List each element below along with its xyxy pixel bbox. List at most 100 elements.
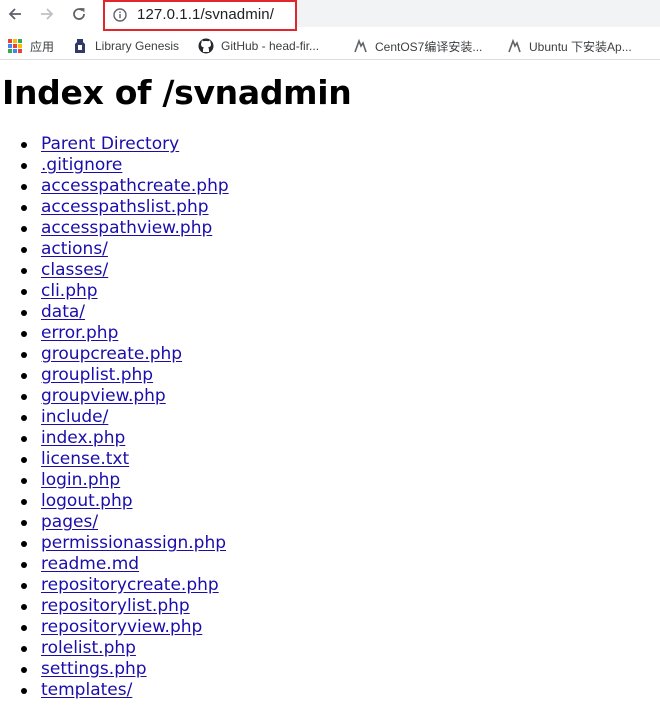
- bullet-marker: [21, 562, 27, 568]
- list-item: permissionassign.php: [2, 533, 658, 554]
- file-link[interactable]: repositorycreate.php: [41, 575, 219, 595]
- file-link[interactable]: grouplist.php: [41, 365, 153, 385]
- file-link[interactable]: accesspathcreate.php: [41, 176, 229, 196]
- list-item: settings.php: [2, 659, 658, 680]
- bullet-marker: [21, 688, 27, 694]
- bullet-marker: [21, 604, 27, 610]
- list-item: Parent Directory: [2, 134, 658, 155]
- bullet-marker: [21, 646, 27, 652]
- file-link[interactable]: license.txt: [41, 449, 129, 469]
- file-link[interactable]: repositoryview.php: [41, 617, 202, 637]
- file-link[interactable]: error.php: [41, 323, 118, 343]
- file-link[interactable]: logout.php: [41, 491, 133, 511]
- bullet-marker: [21, 583, 27, 589]
- file-link[interactable]: readme.md: [41, 554, 139, 574]
- file-link[interactable]: groupcreate.php: [41, 344, 182, 364]
- site-icon: [352, 38, 368, 54]
- bullet-marker: [21, 394, 27, 400]
- bullet-marker: [21, 415, 27, 421]
- forward-arrow-icon: [41, 8, 54, 20]
- file-link[interactable]: include/: [41, 407, 108, 427]
- site-icon: [506, 38, 522, 54]
- list-item: grouplist.php: [2, 365, 658, 386]
- address-bar[interactable]: 127.0.1.1/svnadmin/: [103, 0, 297, 31]
- bookmark-github[interactable]: GitHub - head-fir...: [198, 36, 319, 56]
- bullet-marker: [21, 331, 27, 337]
- file-link[interactable]: rolelist.php: [41, 638, 136, 658]
- bullet-marker: [21, 457, 27, 463]
- file-link[interactable]: accesspathview.php: [41, 218, 212, 238]
- file-link[interactable]: pages/: [41, 512, 98, 532]
- bullet-marker: [21, 226, 27, 232]
- bullet-marker: [21, 142, 27, 148]
- apps-grid-icon: [7, 38, 23, 54]
- bullet-marker: [21, 478, 27, 484]
- libgen-icon: [72, 38, 88, 54]
- bullet-marker: [21, 667, 27, 673]
- file-link[interactable]: data/: [41, 302, 85, 322]
- bullet-marker: [21, 163, 27, 169]
- list-item: accesspathslist.php: [2, 197, 658, 218]
- bookmark-label: 应用: [30, 39, 55, 54]
- list-item: logout.php: [2, 491, 658, 512]
- directory-listing: Parent Directory .gitignore accesspathcrea…: [2, 134, 658, 701]
- bookmark-library-genesis[interactable]: Library Genesis: [72, 36, 179, 56]
- page-content: Index of /svnadmin Parent Directory .giti…: [2, 60, 658, 701]
- file-link[interactable]: settings.php: [41, 659, 147, 679]
- file-link[interactable]: groupview.php: [41, 386, 166, 406]
- file-link[interactable]: templates/: [41, 680, 132, 700]
- list-item: include/: [2, 407, 658, 428]
- file-link[interactable]: index.php: [41, 428, 125, 448]
- file-link[interactable]: accesspathslist.php: [41, 197, 209, 217]
- browser-toolbar: 127.0.1.1/svnadmin/: [0, 0, 660, 31]
- list-item: .gitignore: [2, 155, 658, 176]
- bullet-marker: [21, 520, 27, 526]
- bookmark-label: Ubuntu 下安装Ap...: [529, 39, 632, 54]
- bookmark-label: CentOS7编译安装...: [375, 39, 483, 54]
- bullet-marker: [21, 289, 27, 295]
- list-item: repositorylist.php: [2, 596, 658, 617]
- bullet-marker: [21, 436, 27, 442]
- list-item: data/: [2, 302, 658, 323]
- list-item: pages/: [2, 512, 658, 533]
- list-item: login.php: [2, 470, 658, 491]
- bullet-marker: [21, 541, 27, 547]
- list-item: cli.php: [2, 281, 658, 302]
- info-icon[interactable]: [113, 8, 127, 22]
- list-item: license.txt: [2, 449, 658, 470]
- list-item: groupview.php: [2, 386, 658, 407]
- address-bar-background[interactable]: [297, 0, 660, 27]
- list-item: actions/: [2, 239, 658, 260]
- bookmarks-bar: 应用 Library Genesis GitHub - head-fir... …: [0, 31, 660, 60]
- bullet-marker: [21, 184, 27, 190]
- list-item: error.php: [2, 323, 658, 344]
- file-link[interactable]: cli.php: [41, 281, 98, 301]
- file-link[interactable]: login.php: [41, 470, 120, 490]
- list-item: classes/: [2, 260, 658, 281]
- list-item: readme.md: [2, 554, 658, 575]
- reload-button[interactable]: [68, 3, 90, 25]
- bookmark-apps[interactable]: 应用: [7, 36, 54, 56]
- bookmark-label: Library Genesis: [95, 39, 180, 53]
- file-link[interactable]: actions/: [41, 239, 108, 259]
- file-link[interactable]: classes/: [41, 260, 108, 280]
- list-item: groupcreate.php: [2, 344, 658, 365]
- parent-directory-link[interactable]: Parent Directory: [41, 134, 179, 154]
- bookmark-ubuntu[interactable]: Ubuntu 下安装Ap...: [506, 36, 632, 56]
- file-link[interactable]: permissionassign.php: [41, 533, 226, 553]
- back-arrow-icon: [8, 8, 21, 20]
- forward-button[interactable]: [36, 3, 58, 25]
- list-item: accesspathview.php: [2, 218, 658, 239]
- list-item: accesspathcreate.php: [2, 176, 658, 197]
- file-link[interactable]: .gitignore: [41, 155, 122, 175]
- bullet-marker: [21, 499, 27, 505]
- bullet-marker: [21, 310, 27, 316]
- url-text[interactable]: 127.0.1.1/svnadmin/: [137, 6, 274, 23]
- bullet-marker: [21, 205, 27, 211]
- bookmark-centos[interactable]: CentOS7编译安装...: [352, 36, 482, 56]
- file-link[interactable]: repositorylist.php: [41, 596, 190, 616]
- bullet-marker: [21, 268, 27, 274]
- back-button[interactable]: [4, 3, 26, 25]
- github-icon: [198, 38, 214, 54]
- bullet-marker: [21, 247, 27, 253]
